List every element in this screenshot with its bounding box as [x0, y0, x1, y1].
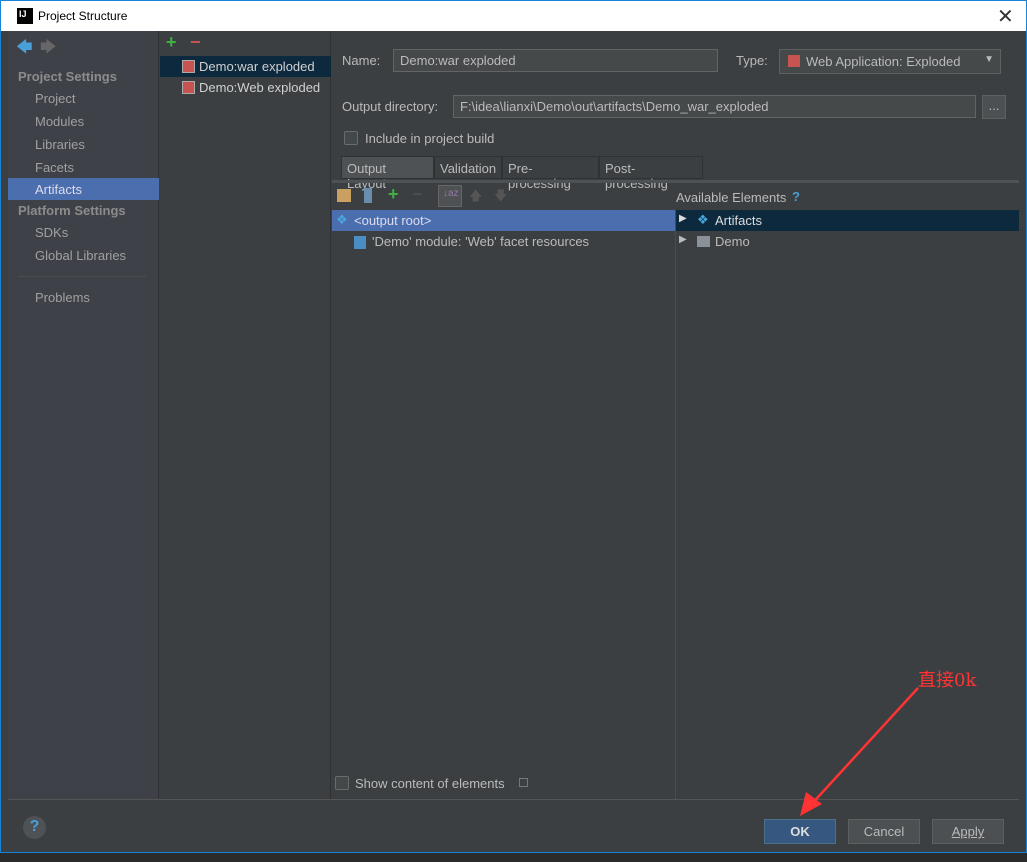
back-arrow-icon[interactable]: 🡄 — [16, 36, 33, 63]
include-in-build-label: Include in project build — [365, 131, 495, 146]
show-content-options-icon[interactable] — [519, 778, 528, 787]
output-directory-label: Output directory: — [342, 99, 439, 114]
sidebar-item-global-libraries[interactable]: Global Libraries — [8, 244, 159, 266]
sidebar-item-libraries[interactable]: Libraries — [8, 133, 159, 155]
diamond-icon: ❖ — [336, 212, 348, 227]
artifact-item[interactable]: Demo:war exploded — [160, 56, 331, 77]
tab-post-processing[interactable]: Post-processing — [599, 156, 703, 191]
annotation-arrow — [800, 687, 919, 816]
expand-arrow-icon[interactable]: ▶ — [679, 234, 687, 245]
type-value: Web Application: Exploded — [806, 54, 961, 69]
tab-output-layout[interactable]: Output Layout — [341, 156, 434, 191]
tree-label: <output root> — [354, 213, 432, 228]
tree-item-facet-resources[interactable]: 'Demo' module: 'Web' facet resources — [332, 231, 675, 252]
artifact-item[interactable]: Demo:Web exploded — [160, 77, 331, 98]
tree-label: 'Demo' module: 'Web' facet resources — [372, 234, 590, 249]
move-down-icon[interactable]: 🡇 — [494, 187, 507, 209]
type-select[interactable]: Web Application: Exploded ▼ — [779, 49, 1001, 74]
include-in-build-checkbox[interactable] — [344, 131, 358, 145]
expand-arrow-icon[interactable]: ▶ — [679, 213, 687, 224]
available-elements-title: Available Elements — [676, 190, 787, 205]
add-artifact-button[interactable]: + — [166, 32, 177, 53]
available-item-demo[interactable]: ▶ Demo — [675, 231, 1019, 252]
available-label: Demo — [715, 234, 750, 249]
splitter[interactable] — [675, 210, 676, 799]
sidebar-item-project[interactable]: Project — [8, 87, 159, 109]
sidebar-item-sdks[interactable]: SDKs — [8, 221, 159, 243]
name-label: Name: — [342, 53, 381, 68]
sidebar: 🡄 🡆 Project Settings Project Modules Lib… — [8, 31, 159, 799]
app-logo-icon: IJ — [17, 8, 33, 24]
title-bar: IJ Project Structure ✕ — [0, 0, 1027, 31]
remove-element-icon[interactable]: − — [412, 184, 423, 205]
apply-button[interactable]: Apply — [932, 819, 1004, 844]
cancel-button[interactable]: Cancel — [848, 819, 920, 844]
add-element-icon[interactable]: + — [388, 184, 399, 205]
section-platform-settings: Platform Settings — [18, 203, 126, 218]
remove-artifact-button[interactable]: − — [190, 32, 201, 53]
close-button[interactable]: ✕ — [997, 4, 1014, 29]
artifact-icon — [788, 55, 800, 67]
chevron-down-icon: ▼ — [984, 54, 994, 65]
artifact-icon — [182, 60, 195, 73]
available-item-artifacts[interactable]: ▶ ❖ Artifacts — [675, 210, 1019, 231]
tab-pre-processing[interactable]: Pre-processing — [502, 156, 599, 191]
tab-underline — [332, 180, 1019, 183]
available-label: Artifacts — [715, 213, 762, 228]
tree-item-output-root[interactable]: ❖ <output root> — [332, 210, 675, 231]
name-input[interactable]: Demo:war exploded — [393, 49, 718, 72]
diamond-icon: ❖ — [697, 212, 709, 227]
artifact-label: Demo:war exploded — [199, 59, 315, 74]
tab-validation[interactable]: Validation — [434, 156, 502, 179]
module-resource-icon — [354, 236, 366, 249]
artifact-list-panel: + − Demo:war exploded Demo:Web exploded — [160, 31, 331, 799]
sidebar-item-modules[interactable]: Modules — [8, 110, 159, 132]
archive-icon[interactable] — [364, 188, 372, 203]
type-label: Type: — [736, 53, 768, 68]
new-folder-icon[interactable] — [337, 189, 351, 202]
module-folder-icon — [697, 236, 710, 247]
sort-icon[interactable]: ↓az — [438, 185, 462, 207]
browse-button[interactable]: ... — [982, 95, 1006, 119]
window-title: Project Structure — [38, 9, 128, 23]
help-icon[interactable]: ? — [792, 189, 800, 204]
sidebar-item-facets[interactable]: Facets — [8, 156, 159, 178]
section-project-settings: Project Settings — [18, 69, 117, 84]
artifact-icon — [182, 81, 195, 94]
output-directory-input[interactable]: F:\idea\lianxi\Demo\out\artifacts\Demo_w… — [453, 95, 976, 118]
divider — [18, 276, 146, 277]
forward-arrow-icon[interactable]: 🡆 — [40, 36, 57, 63]
ok-button[interactable]: OK — [764, 819, 836, 844]
show-content-checkbox[interactable] — [335, 776, 349, 790]
sidebar-item-artifacts[interactable]: Artifacts — [8, 178, 159, 200]
sidebar-item-problems[interactable]: Problems — [8, 286, 159, 308]
move-up-icon[interactable]: 🡅 — [469, 187, 482, 209]
help-button[interactable]: ? — [23, 816, 46, 839]
artifact-label: Demo:Web exploded — [199, 80, 321, 95]
show-content-label: Show content of elements — [355, 776, 505, 791]
